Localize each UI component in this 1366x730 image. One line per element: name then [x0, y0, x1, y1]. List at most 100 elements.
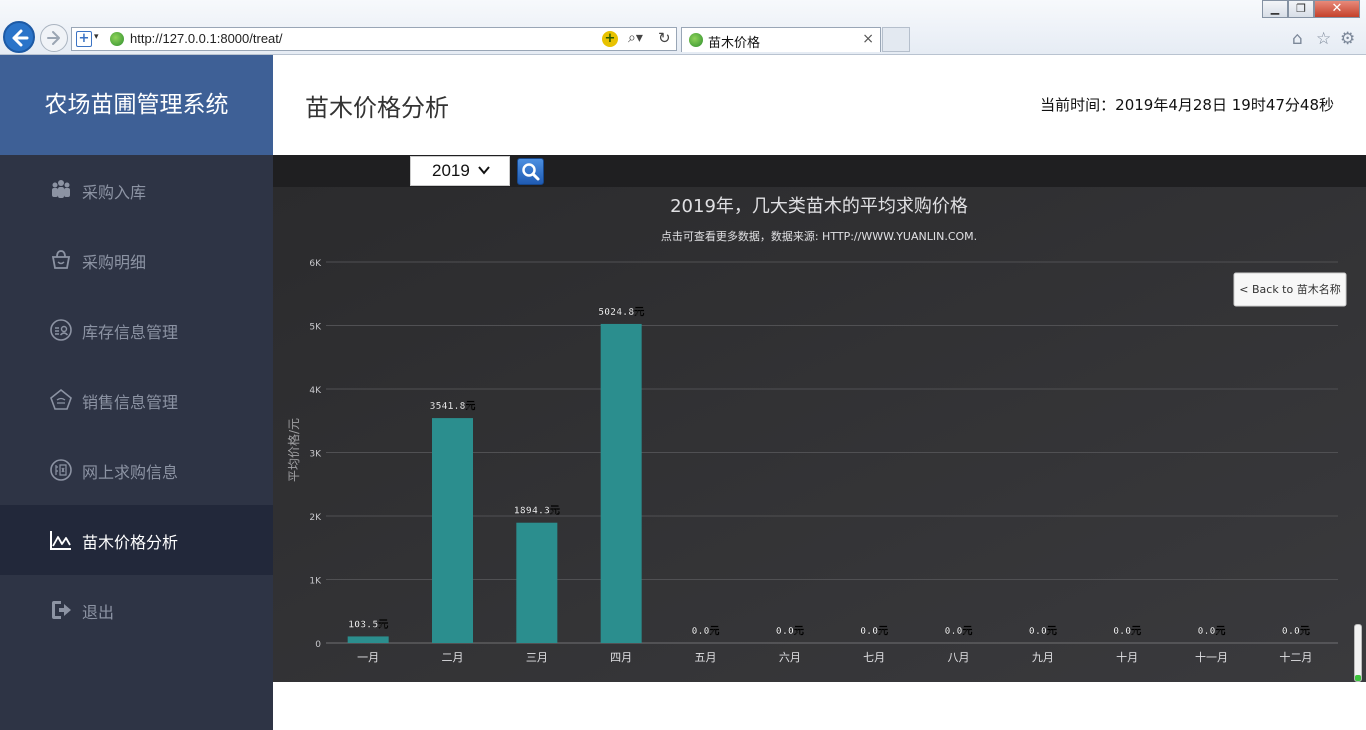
page-header: 苗木价格分析 当前时间：2019年4月28日 19时47分48秒	[273, 55, 1366, 155]
logout-icon	[52, 601, 71, 619]
browser-chrome: ▁ ❐ ✕ + ▾ http://127.0.0.1:8000/treat/ +…	[0, 0, 1366, 55]
new-tab-button[interactable]	[882, 27, 910, 52]
tab-active[interactable]: 苗木价格 ×	[681, 27, 881, 52]
back-button-label[interactable]: < Back to 苗木名称	[1239, 282, 1340, 296]
data-label: 0.0元	[1029, 625, 1057, 637]
data-label: 103.5元	[348, 618, 388, 630]
address-bar[interactable]: + ▾ http://127.0.0.1:8000/treat/ + ⌕▾ ↻	[71, 27, 677, 51]
minimize-button[interactable]: ▁	[1262, 0, 1288, 18]
chevron-down-icon	[478, 166, 490, 175]
data-label: 0.0元	[860, 625, 888, 637]
data-label: 0.0元	[944, 625, 972, 637]
sidebar-item-inventory[interactable]: 库存信息管理	[0, 295, 273, 365]
basket-icon	[51, 250, 71, 269]
y-tick-label: 6K	[309, 259, 322, 269]
compat-icon[interactable]: +	[602, 31, 618, 47]
y-tick-label: 5K	[309, 323, 322, 333]
y-tick-label: 2K	[309, 513, 322, 523]
chart-icon	[50, 531, 71, 550]
x-tick-label: 二月	[442, 651, 464, 664]
refresh-icon[interactable]: ↻	[658, 29, 671, 47]
x-tick-label: 十月	[1116, 650, 1138, 664]
back-button[interactable]: < Back to 苗木名称	[1233, 272, 1347, 307]
bar-chart[interactable]: 2019年，几大类苗木的平均求购价格 点击可查看更多数据，数据来源: HTTP:…	[273, 187, 1366, 682]
sidebar-item-web-requests[interactable]: 网上求购信息	[0, 435, 273, 505]
search-icon	[522, 163, 540, 181]
sidebar-item-label: 库存信息管理	[82, 323, 179, 342]
sidebar-item-label: 采购入库	[82, 183, 147, 202]
sidebar-item-label: 销售信息管理	[82, 393, 179, 412]
settings-icon[interactable]: ⚙	[1340, 29, 1355, 49]
current-time: 当前时间：2019年4月28日 19时47分48秒	[1040, 96, 1334, 114]
x-tick-label: 十一月	[1195, 650, 1228, 664]
bar[interactable]	[516, 522, 558, 643]
sidebar-item-label: 苗木价格分析	[82, 533, 179, 552]
users-icon	[52, 180, 70, 198]
arrow-left-icon	[12, 29, 29, 47]
site-icon	[110, 32, 124, 46]
forward-button[interactable]	[40, 24, 68, 52]
chart-toolbar: 2019	[273, 155, 1366, 187]
scrollbar-thumb[interactable]	[1355, 675, 1361, 681]
x-tick-label: 一月	[357, 651, 379, 664]
sidebar-item-logout[interactable]: 退出	[0, 575, 273, 645]
data-label: 1894.3元	[514, 505, 560, 517]
tab-close-icon[interactable]: ×	[862, 31, 874, 47]
chevron-down-icon[interactable]: ▾	[94, 32, 99, 42]
sidebar-item-label: 网上求购信息	[82, 463, 179, 482]
page-title: 苗木价格分析	[305, 94, 449, 122]
tab-site-icon	[689, 33, 703, 47]
inventory-icon	[50, 319, 72, 341]
x-tick-label: 五月	[695, 651, 717, 664]
x-tick-label: 三月	[526, 651, 548, 664]
data-label: 0.0元	[1282, 625, 1310, 637]
bar[interactable]	[600, 323, 642, 643]
favorites-icon[interactable]: ☆	[1316, 29, 1331, 49]
sidebar-item-label: 退出	[82, 603, 115, 622]
page-bottom	[273, 682, 1366, 730]
back-button[interactable]	[3, 21, 35, 53]
chart-subtitle: 点击可查看更多数据，数据来源: HTTP://WWW.YUANLIN.COM.	[661, 229, 977, 243]
data-label: 3541.8元	[429, 400, 475, 412]
y-tick-label: 3K	[309, 450, 322, 460]
close-window-button[interactable]: ✕	[1314, 0, 1360, 18]
data-label: 5024.8元	[598, 306, 644, 318]
security-icon[interactable]: +	[76, 31, 92, 47]
x-tick-label: 九月	[1032, 651, 1054, 664]
chart-panel: 2019 2019年，几大类苗木的平均求购价格 点击可查看更多数据，数据来源: …	[273, 155, 1366, 682]
x-tick-label: 八月	[948, 651, 970, 664]
sidebar: 农场苗圃管理系统 采购入库 采购明细 库存信息管理 销售信息管理 网上求购信息 …	[0, 55, 273, 730]
home-icon[interactable]: ⌂	[1292, 29, 1303, 49]
data-label: 0.0元	[776, 625, 804, 637]
app-brand: 农场苗圃管理系统	[0, 55, 273, 155]
y-tick-label: 1K	[309, 577, 322, 587]
x-tick-label: 十二月	[1279, 650, 1312, 664]
web-icon	[50, 459, 72, 481]
x-tick-label: 六月	[779, 651, 801, 664]
data-label: 0.0元	[1113, 625, 1141, 637]
arrow-right-icon	[47, 31, 60, 45]
x-tick-label: 七月	[863, 651, 885, 664]
year-select-value: 2019	[432, 161, 470, 180]
search-icon[interactable]: ⌕▾	[628, 30, 643, 46]
tab-title: 苗木价格	[708, 36, 761, 51]
url-text[interactable]: http://127.0.0.1:8000/treat/	[130, 31, 283, 46]
year-select[interactable]: 2019	[410, 156, 510, 186]
y-axis-label: 平均价格/元	[286, 418, 301, 482]
data-label: 0.0元	[691, 625, 719, 637]
scrollbar[interactable]	[1354, 624, 1362, 682]
data-label: 0.0元	[1197, 625, 1225, 637]
sidebar-item-price-analysis[interactable]: 苗木价格分析	[0, 505, 273, 575]
sidebar-item-purchase-in[interactable]: 采购入库	[0, 155, 273, 225]
maximize-button[interactable]: ❐	[1288, 0, 1314, 18]
sidebar-item-purchase-detail[interactable]: 采购明细	[0, 225, 273, 295]
search-button[interactable]	[517, 158, 544, 185]
sales-icon	[50, 388, 72, 410]
sidebar-item-label: 采购明细	[82, 253, 147, 272]
bar[interactable]	[432, 418, 473, 643]
y-tick-label: 0	[315, 640, 321, 650]
sidebar-item-sales[interactable]: 销售信息管理	[0, 365, 273, 435]
bar[interactable]	[347, 636, 389, 643]
chart-title: 2019年，几大类苗木的平均求购价格	[670, 196, 968, 217]
x-tick-label: 四月	[610, 651, 632, 664]
